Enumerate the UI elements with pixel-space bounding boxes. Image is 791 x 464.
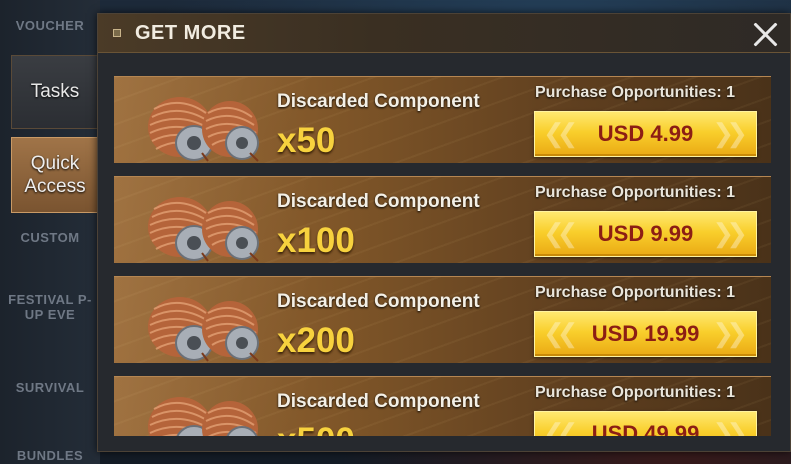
price-label: USD 19.99 bbox=[591, 321, 700, 346]
item-name: Discarded Component bbox=[277, 91, 480, 112]
tab-quick-access-label: Quick Access bbox=[24, 153, 86, 197]
purchase-opportunities-label: Purchase Opportunities: 1 bbox=[535, 284, 736, 301]
buy-button[interactable]: USD 9.99 bbox=[534, 211, 757, 257]
get-more-panel: GET MORE Discarded Component x50 Purchas… bbox=[97, 13, 791, 452]
menu-label-survival[interactable]: SURVIVAL bbox=[0, 380, 100, 395]
purchase-opportunities-label: Purchase Opportunities: 1 bbox=[535, 84, 736, 101]
copper-coil-spool-icon bbox=[148, 397, 258, 436]
buy-button[interactable]: USD 19.99 bbox=[534, 311, 757, 357]
item-name: Discarded Component bbox=[277, 391, 480, 412]
copper-coil-spool-icon bbox=[148, 297, 259, 362]
copper-coil-spool-icon bbox=[148, 97, 259, 162]
offer-row[interactable]: Discarded Component x50 Purchase Opportu… bbox=[114, 76, 771, 163]
menu-label-custom[interactable]: CUSTOM bbox=[0, 230, 100, 245]
offer-row[interactable]: Discarded Component x100 Purchase Opport… bbox=[114, 176, 771, 263]
menu-label-bundles[interactable]: BUNDLES bbox=[0, 448, 100, 463]
left-menu: VOUCHER CUSTOM FESTIVAL P-UP EVE SURVIVA… bbox=[0, 0, 110, 464]
header-bullet-icon bbox=[113, 29, 121, 37]
offer-row[interactable]: Discarded Component x500 Purchase Opport… bbox=[114, 376, 771, 436]
copper-coil-spool-icon bbox=[148, 197, 259, 262]
price-label: USD 49.99 bbox=[591, 421, 700, 436]
tab-quick-access[interactable]: Quick Access bbox=[11, 137, 110, 213]
tab-tasks-label: Tasks bbox=[30, 81, 80, 102]
offer-list[interactable]: Discarded Component x50 Purchase Opportu… bbox=[114, 76, 771, 436]
price-label: USD 9.99 bbox=[597, 221, 694, 246]
buy-button[interactable]: USD 4.99 bbox=[534, 111, 757, 157]
purchase-opportunities-label: Purchase Opportunities: 1 bbox=[535, 184, 736, 201]
purchase-opportunities-label: Purchase Opportunities: 1 bbox=[535, 384, 736, 401]
item-name: Discarded Component bbox=[277, 191, 480, 212]
menu-label-voucher[interactable]: VOUCHER bbox=[0, 18, 100, 33]
buy-button[interactable]: USD 49.99 bbox=[534, 411, 757, 436]
close-button[interactable] bbox=[752, 21, 778, 47]
item-quantity: x50 bbox=[277, 121, 336, 160]
item-quantity: x500 bbox=[277, 421, 355, 436]
item-quantity: x100 bbox=[277, 221, 355, 260]
menu-label-festival[interactable]: FESTIVAL P-UP EVE bbox=[0, 292, 100, 322]
tab-tasks[interactable]: Tasks bbox=[11, 55, 99, 129]
panel-title: GET MORE bbox=[135, 22, 246, 44]
item-quantity: x200 bbox=[277, 321, 355, 360]
price-label: USD 4.99 bbox=[597, 121, 694, 146]
offer-row[interactable]: Discarded Component x200 Purchase Opport… bbox=[114, 276, 771, 363]
panel-header: GET MORE bbox=[98, 14, 790, 53]
item-name: Discarded Component bbox=[277, 291, 480, 312]
